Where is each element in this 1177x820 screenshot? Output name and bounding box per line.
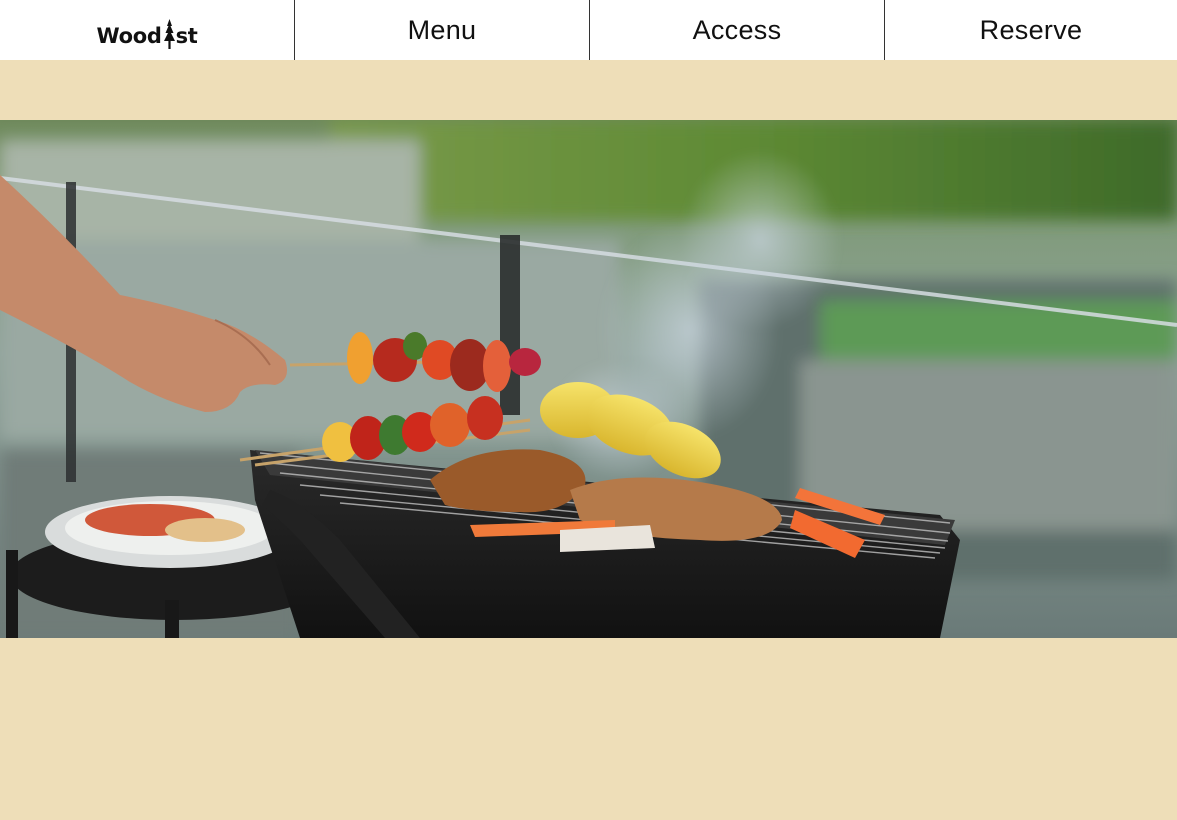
bbq-photo-illustration <box>0 120 1177 638</box>
nav-reserve-link[interactable]: Reserve <box>884 0 1177 60</box>
nav-access-label: Access <box>692 14 782 45</box>
header-spacer-band <box>0 60 1177 120</box>
nav-access-link[interactable]: Access <box>589 0 884 60</box>
logo-text-left: Wood <box>96 24 162 48</box>
logo: Wood st <box>96 17 198 49</box>
nav-menu-label: Menu <box>407 14 477 45</box>
logo-text-right: st <box>175 24 198 48</box>
top-navigation: Wood st Menu Access Reserve <box>0 0 1177 60</box>
hero-image <box>0 120 1177 638</box>
logo-link[interactable]: Wood st <box>0 0 294 60</box>
content-area <box>0 638 1177 820</box>
nav-reserve-label: Reserve <box>979 14 1083 45</box>
tree-icon <box>163 19 176 49</box>
nav-menu-link[interactable]: Menu <box>294 0 589 60</box>
